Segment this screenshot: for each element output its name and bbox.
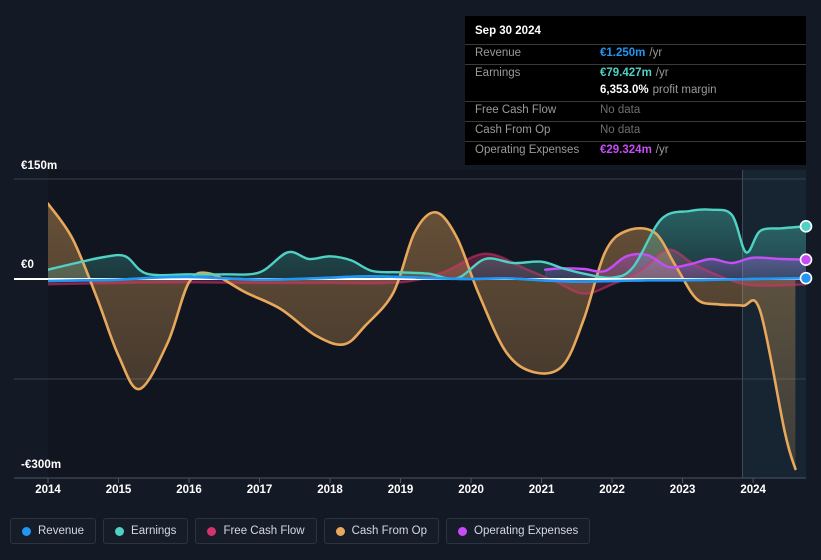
legend-item-label: Revenue bbox=[38, 525, 85, 537]
y-axis-label-bottom: -€300m bbox=[21, 459, 62, 471]
tooltip-row: Cash From Op No data bbox=[465, 121, 806, 141]
x-axis-tick-2015: 2015 bbox=[105, 484, 132, 496]
y-axis-label-zero: €0 bbox=[21, 259, 34, 271]
chart-tooltip: Sep 30 2024 Revenue €1.250m/yr Earnings €79… bbox=[465, 16, 806, 165]
tooltip-row-label: Free Cash Flow bbox=[475, 104, 557, 116]
chart-legend: Revenue Earnings Free Cash Flow Cash From O… bbox=[10, 518, 591, 544]
x-axis-tick-2019: 2019 bbox=[387, 484, 414, 496]
tooltip-row-value: €79.427m bbox=[600, 67, 652, 79]
tooltip-date: Sep 30 2024 bbox=[475, 25, 541, 37]
x-axis-tick-2017: 2017 bbox=[246, 484, 273, 496]
tooltip-row: Earnings €79.427m/yr bbox=[465, 64, 806, 84]
tooltip-row-value: €29.324m bbox=[600, 144, 652, 156]
legend-item-cash-from-op[interactable]: Cash From Op bbox=[323, 518, 440, 544]
tooltip-row-label: Cash From Op bbox=[475, 124, 551, 136]
tooltip-rows: Revenue €1.250m/yr Earnings €79.427m/yr 6,35… bbox=[465, 44, 806, 161]
tooltip-row: 6,353.0% profit margin bbox=[465, 84, 806, 101]
tooltip-row-value: 6,353.0% bbox=[600, 84, 649, 96]
legend-item-label: Cash From Op bbox=[351, 525, 428, 537]
legend-item-earnings[interactable]: Earnings bbox=[103, 518, 189, 544]
tooltip-row: Revenue €1.250m/yr bbox=[465, 44, 806, 64]
financial-chart-panel: €150m €0 -€300m 2014 2015 2016 2017 2018 2019… bbox=[0, 0, 821, 560]
x-axis-tick-2016: 2016 bbox=[176, 484, 202, 496]
y-axis-label-top: €150m bbox=[21, 160, 58, 172]
x-axis-labels: 2014 2015 2016 2017 2018 2019 2020 2021 2022 2023… bbox=[0, 484, 821, 502]
legend-item-label: Earnings bbox=[131, 525, 177, 537]
tooltip-row-value: No data bbox=[600, 124, 641, 136]
tooltip-row-label: Operating Expenses bbox=[475, 144, 580, 156]
x-axis-tick-2024: 2024 bbox=[740, 484, 766, 496]
x-axis-tick-2021: 2021 bbox=[528, 484, 555, 496]
legend-item-revenue[interactable]: Revenue bbox=[10, 518, 97, 544]
legend-color-dot-icon bbox=[207, 526, 217, 536]
x-axis-tick-2014: 2014 bbox=[35, 484, 61, 496]
legend-item-label: Free Cash Flow bbox=[223, 525, 305, 537]
x-axis-tick-2022: 2022 bbox=[599, 484, 625, 496]
tooltip-row-label: Earnings bbox=[475, 67, 521, 79]
tooltip-row-unit: profit margin bbox=[652, 84, 717, 96]
tooltip-row-unit: /yr bbox=[655, 144, 669, 156]
legend-color-dot-icon bbox=[115, 526, 125, 536]
legend-item-operating-expenses[interactable]: Operating Expenses bbox=[446, 518, 591, 544]
tooltip-row-value: €1.250m bbox=[600, 47, 646, 59]
legend-item-free-cash-flow[interactable]: Free Cash Flow bbox=[195, 518, 317, 544]
legend-color-dot-icon bbox=[335, 526, 345, 536]
x-axis-tick-2018: 2018 bbox=[317, 484, 343, 496]
tooltip-row-unit: /yr bbox=[655, 67, 669, 79]
legend-color-dot-icon bbox=[458, 526, 468, 536]
tooltip-row-value: No data bbox=[600, 104, 641, 116]
tooltip-row: Operating Expenses €29.324m/yr bbox=[465, 141, 806, 161]
tooltip-row-unit: /yr bbox=[649, 47, 663, 59]
tooltip-row: Free Cash Flow No data bbox=[465, 101, 806, 121]
legend-color-dot-icon bbox=[22, 526, 31, 536]
tooltip-row-label: Revenue bbox=[475, 47, 522, 59]
legend-item-label: Operating Expenses bbox=[474, 525, 579, 537]
x-axis-tick-2020: 2020 bbox=[458, 484, 484, 496]
x-axis-tick-2023: 2023 bbox=[669, 484, 696, 496]
